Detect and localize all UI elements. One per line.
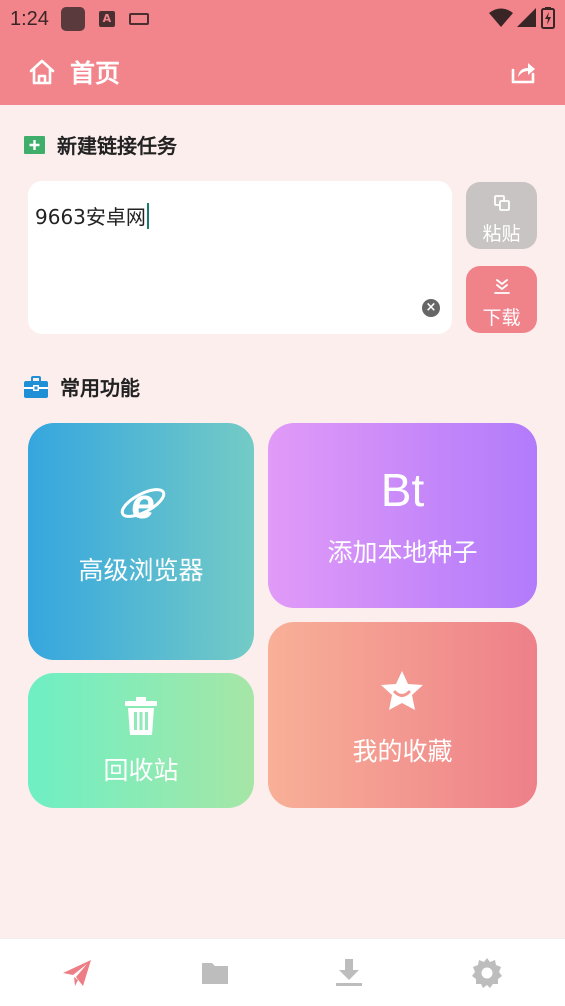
browser-card[interactable]: e 高级浏览器 bbox=[28, 423, 254, 660]
favorites-card[interactable]: 我的收藏 bbox=[268, 622, 537, 808]
settings-icon[interactable] bbox=[471, 957, 503, 989]
page-title: 首页 bbox=[70, 58, 121, 88]
plus-box-icon bbox=[24, 135, 45, 154]
text-a-icon: A bbox=[98, 11, 115, 27]
text-caret bbox=[146, 203, 149, 229]
common-functions-heading: 常用功能 bbox=[60, 376, 140, 400]
browser-label: 高级浏览器 bbox=[78, 556, 204, 585]
signal-icon bbox=[517, 8, 536, 27]
add-torrent-label: 添加本地种子 bbox=[327, 538, 478, 567]
svg-text:e: e bbox=[131, 481, 154, 525]
bottom-nav bbox=[0, 938, 565, 1006]
link-input[interactable]: 9663安卓网 bbox=[35, 201, 149, 230]
download-label: 下载 bbox=[482, 307, 521, 329]
download-icon[interactable] bbox=[333, 957, 365, 989]
battery-icon bbox=[541, 7, 555, 29]
close-circle-icon[interactable]: × bbox=[422, 299, 440, 317]
copy-icon bbox=[493, 195, 510, 211]
status-bar: 1:24 A bbox=[0, 0, 565, 38]
send-icon[interactable] bbox=[61, 957, 93, 989]
ie-browser-icon: e bbox=[120, 481, 166, 525]
share-icon[interactable] bbox=[509, 58, 537, 86]
add-torrent-card[interactable]: Bt 添加本地种子 bbox=[268, 423, 537, 608]
star-badge-icon bbox=[381, 671, 423, 710]
new-task-heading: 新建链接任务 bbox=[57, 134, 177, 158]
new-task-header: 新建链接任务 bbox=[24, 130, 177, 159]
link-input-box[interactable]: 9663安卓网 × bbox=[28, 181, 452, 334]
download-button[interactable]: 下载 bbox=[466, 266, 537, 333]
favorites-label: 我的收藏 bbox=[352, 737, 453, 766]
wifi-icon bbox=[489, 8, 513, 27]
recycle-bin-label: 回收站 bbox=[103, 756, 179, 785]
download-arrow-icon bbox=[493, 279, 510, 294]
paste-button[interactable]: 粘贴 bbox=[466, 182, 537, 249]
home-icon[interactable] bbox=[28, 58, 56, 86]
status-indicators bbox=[489, 7, 555, 29]
paste-label: 粘贴 bbox=[482, 223, 521, 245]
recycle-bin-card[interactable]: 回收站 bbox=[28, 673, 254, 808]
toolbox-icon bbox=[24, 375, 48, 398]
trash-icon bbox=[125, 697, 157, 735]
app-notification-icon bbox=[60, 7, 85, 31]
common-functions-header: 常用功能 bbox=[24, 372, 140, 401]
folder-icon[interactable] bbox=[199, 957, 231, 989]
status-time: 1:24 bbox=[10, 7, 49, 30]
link-input-value[interactable]: 9663安卓网 bbox=[35, 205, 146, 229]
keyboard-icon bbox=[128, 13, 149, 25]
bt-icon: Bt bbox=[380, 464, 425, 516]
app-bar: 首页 bbox=[0, 38, 565, 105]
